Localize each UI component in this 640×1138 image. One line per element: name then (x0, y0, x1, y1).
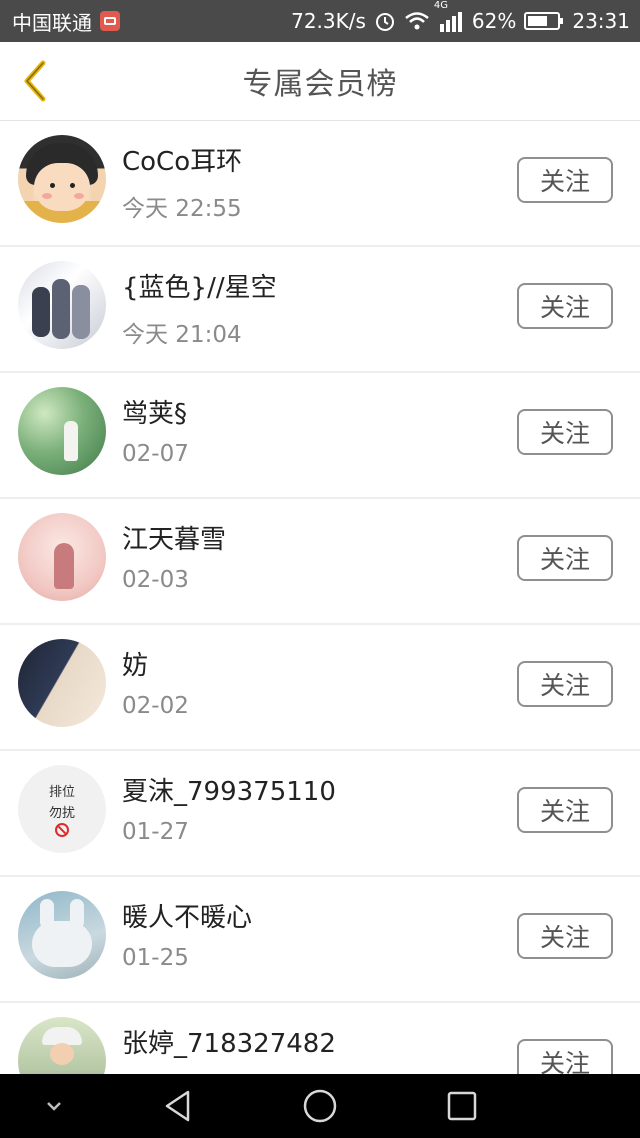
home-circle-icon (303, 1089, 337, 1123)
list-item[interactable]: 江天暮雪 02-03 关注 (0, 499, 640, 625)
status-bar: 中国联通 72.3K/s 4G 62% 23:31 (0, 0, 640, 42)
follow-button[interactable]: 关注 (517, 787, 613, 833)
member-name: {蓝色}//星空 (122, 273, 277, 303)
avatar[interactable] (18, 639, 106, 727)
battery-percent: 62% (471, 9, 517, 33)
follow-button[interactable]: 关注 (517, 283, 613, 329)
avatar[interactable] (18, 1017, 106, 1074)
list-item[interactable]: 排位 勿扰 夏沫_799375110 01-27 关注 (0, 751, 640, 877)
list-item[interactable]: {蓝色}//星空 今天 21:04 关注 (0, 247, 640, 373)
member-name: 暖人不暖心 (122, 903, 253, 933)
member-time: 今天 21:04 (122, 322, 242, 348)
alarm-icon (374, 10, 396, 32)
home-nav-button[interactable] (298, 1074, 342, 1138)
wifi-icon (404, 11, 430, 31)
hide-nav-button[interactable] (34, 1074, 74, 1138)
net-speed: 72.3K/s (291, 9, 366, 33)
avatar-text: 勿扰 (48, 806, 75, 821)
list-item[interactable]: 鸴荚§ 02-07 关注 (0, 373, 640, 499)
clock: 23:31 (572, 9, 630, 33)
follow-button[interactable]: 关注 (517, 661, 613, 707)
back-nav-button[interactable] (156, 1074, 200, 1138)
member-name: CoCo耳环 (122, 147, 243, 177)
navigation-bar (0, 1074, 640, 1138)
message-app-icon (100, 11, 120, 31)
avatar[interactable]: 排位 勿扰 (18, 765, 106, 853)
page-title: 专属会员榜 (242, 67, 398, 102)
list-item[interactable]: 暖人不暖心 01-25 关注 (0, 877, 640, 1003)
follow-button[interactable]: 关注 (517, 409, 613, 455)
app-header: 专属会员榜 (0, 42, 640, 121)
follow-button[interactable]: 关注 (517, 1039, 613, 1074)
follow-button[interactable]: 关注 (517, 157, 613, 203)
avatar[interactable] (18, 261, 106, 349)
recents-nav-button[interactable] (440, 1074, 484, 1138)
chevron-down-icon (47, 1102, 61, 1111)
member-list: CoCo耳环 今天 22:55 关注 {蓝色}//星空 今天 21:04 关注 … (0, 121, 640, 1074)
avatar[interactable] (18, 513, 106, 601)
member-time: 02-07 (122, 441, 189, 467)
member-time: 02-03 (122, 567, 189, 593)
member-time: 02-02 (122, 693, 189, 719)
network-type: 4G (433, 0, 449, 11)
follow-button[interactable]: 关注 (517, 913, 613, 959)
back-triangle-icon (165, 1090, 190, 1122)
member-time: 01-25 (122, 945, 189, 971)
member-name: 夏沫_799375110 (122, 777, 336, 807)
avatar[interactable] (18, 135, 106, 223)
list-item[interactable]: 张婷_718327482 关注 (0, 1003, 640, 1074)
carrier-label: 中国联通 (12, 10, 92, 35)
member-time: 01-27 (122, 819, 189, 845)
member-name: 妨 (122, 651, 149, 681)
no-entry-icon (55, 823, 69, 837)
recents-square-icon (447, 1091, 477, 1121)
member-name: 江天暮雪 (122, 525, 227, 555)
avatar-text: 排位 (48, 785, 75, 800)
member-name: 张婷_718327482 (122, 1029, 336, 1059)
follow-button[interactable]: 关注 (517, 535, 613, 581)
signal-icon: 4G (434, 0, 464, 32)
list-item[interactable]: 妨 02-02 关注 (0, 625, 640, 751)
avatar[interactable] (18, 387, 106, 475)
list-item[interactable]: CoCo耳环 今天 22:55 关注 (0, 121, 640, 247)
member-time: 今天 22:55 (122, 196, 242, 222)
battery-icon (524, 11, 564, 31)
member-name: 鸴荚§ (122, 399, 188, 429)
avatar[interactable] (18, 891, 106, 979)
